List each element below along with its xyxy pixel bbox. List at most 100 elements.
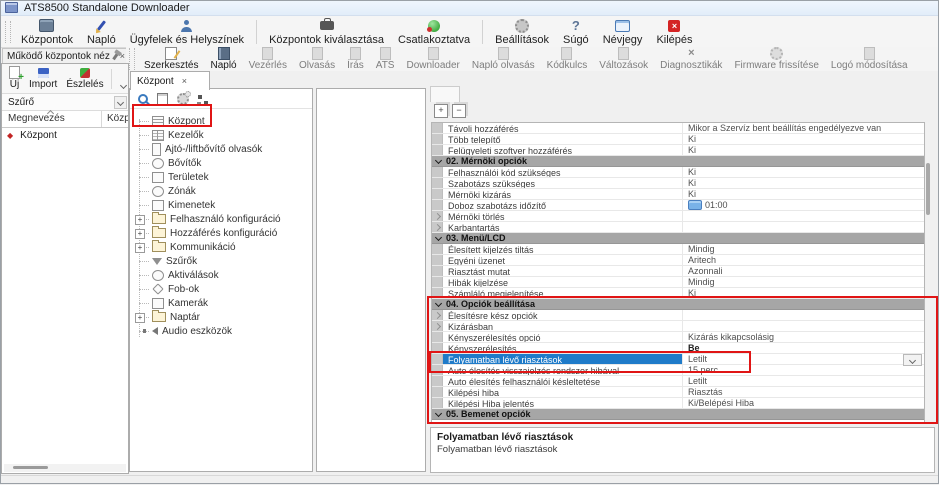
property-panel-tab[interactable] xyxy=(430,86,460,102)
about-card-button[interactable]: Névjegy xyxy=(596,18,650,46)
property-value[interactable]: Ki/Belépési Hiba xyxy=(683,398,924,408)
property-value[interactable]: Letilt xyxy=(683,354,924,364)
property-row[interactable]: Egyéni üzenetAritech xyxy=(432,255,924,266)
filter-row[interactable]: Szűrő xyxy=(2,94,128,111)
hierarchy-icon[interactable] xyxy=(198,95,202,99)
pin-icon[interactable] xyxy=(112,52,118,59)
report-icon[interactable] xyxy=(157,93,168,105)
codekey-button[interactable]: Kódkulcs xyxy=(541,47,594,71)
property-row[interactable]: Kilépési Hiba jelentésKi/Belépési Hiba xyxy=(432,398,924,409)
property-value[interactable]: Riasztás xyxy=(683,387,924,397)
tab-kozpont[interactable]: Központ × xyxy=(130,71,210,90)
property-value[interactable]: Azonnali xyxy=(683,266,924,276)
tree-item[interactable]: Fob-ok xyxy=(130,282,312,296)
expand-toggle-icon[interactable]: + xyxy=(135,215,145,225)
property-row[interactable]: Élesített kijelzés tiltásMindig xyxy=(432,244,924,255)
horizontal-scrollbar[interactable] xyxy=(4,464,126,472)
expander-icon[interactable] xyxy=(434,224,441,231)
property-row[interactable]: Folyamatban lévő riasztásokLetilt xyxy=(432,354,924,365)
property-row[interactable]: Mérnöki törlés xyxy=(432,211,924,222)
property-row[interactable]: Számláló megjelenítéseKi xyxy=(432,288,924,299)
property-value[interactable] xyxy=(683,321,924,331)
property-value[interactable]: Letilt xyxy=(683,376,924,386)
property-value[interactable] xyxy=(683,310,924,320)
expander-icon[interactable] xyxy=(434,312,441,319)
property-value[interactable] xyxy=(683,211,924,221)
property-value[interactable]: Kizárás kikapcsolásig xyxy=(683,332,924,342)
property-value[interactable]: Mindig xyxy=(683,244,924,254)
property-row[interactable]: Mérnöki kizárásKi xyxy=(432,189,924,200)
vertical-scrollbar-thumb[interactable] xyxy=(926,163,930,215)
tree-item[interactable]: Zónák xyxy=(130,184,312,198)
detect-button[interactable]: Észlelés xyxy=(62,67,107,90)
property-row[interactable]: Auto élesítés felhasználói késleltetéseL… xyxy=(432,376,924,387)
expand-categories-icon[interactable]: + xyxy=(434,104,448,118)
expander-icon[interactable] xyxy=(434,213,441,220)
tree-item[interactable]: +Naptár xyxy=(130,310,312,324)
log-button[interactable]: Napló xyxy=(204,47,242,71)
property-value[interactable]: Aritech xyxy=(683,255,924,265)
tree-item[interactable]: Területek xyxy=(130,170,312,184)
expand-toggle-icon[interactable]: + xyxy=(135,313,145,323)
downloader-button[interactable]: Downloader xyxy=(400,47,465,71)
property-row[interactable]: Kizárásban xyxy=(432,321,924,332)
property-row[interactable]: Távoli hozzáférésMikor a Szervíz bent be… xyxy=(432,123,924,134)
property-row[interactable]: Élesítésre kész opciók xyxy=(432,310,924,321)
panels-button[interactable]: Központok xyxy=(14,18,80,46)
property-row[interactable]: Kilépési hibaRiasztás xyxy=(432,387,924,398)
tree-item[interactable]: Ajtó-/liftbővítő olvasók xyxy=(130,142,312,156)
property-value[interactable]: Ki xyxy=(683,189,924,199)
property-row[interactable]: Több telepítőKi xyxy=(432,134,924,145)
property-row[interactable]: KényszerélesítésBe xyxy=(432,343,924,354)
property-value[interactable] xyxy=(683,222,924,232)
connected-status-button[interactable]: Csatlakoztatva xyxy=(391,18,477,46)
diagnostics-button[interactable]: ×Diagnosztikák xyxy=(654,47,728,71)
tree-item[interactable]: +Kommunikáció xyxy=(130,240,312,254)
log-read-button[interactable]: Napló olvasás xyxy=(466,47,541,71)
tree-item[interactable]: Kimenetek xyxy=(130,198,312,212)
tree-item[interactable]: Központ xyxy=(130,114,312,128)
overflow-button[interactable] xyxy=(119,79,127,91)
property-value[interactable]: Ki xyxy=(683,178,924,188)
column-header-kozpont[interactable]: Központ xyxy=(102,111,128,127)
tree-item[interactable]: Szűrők xyxy=(130,254,312,268)
tree-item[interactable]: Audio eszközök xyxy=(130,324,312,338)
tree-item[interactable]: Bővítők xyxy=(130,156,312,170)
log-pencil-button[interactable]: Napló xyxy=(80,18,123,46)
property-value[interactable]: Ki xyxy=(683,145,924,155)
tree-item[interactable]: Kamerák xyxy=(130,296,312,310)
settings-gear-button[interactable]: Beállítások xyxy=(488,18,556,46)
expander-icon[interactable] xyxy=(434,323,441,330)
logo-button[interactable]: Logó módosítása xyxy=(825,47,914,71)
collapse-categories-icon[interactable]: − xyxy=(452,104,466,118)
ats-button[interactable]: ATS xyxy=(370,47,401,71)
property-section-row[interactable]: 04. Opciók beállítása xyxy=(432,299,924,310)
property-section-row[interactable]: 03. Menü/LCD xyxy=(432,233,924,244)
panel-list-row[interactable]: ◆Központ xyxy=(2,128,128,143)
write-button[interactable]: Írás xyxy=(341,47,370,71)
scrollbar-thumb[interactable] xyxy=(13,466,48,469)
exit-button[interactable]: ×Kilépés xyxy=(649,18,699,46)
property-row[interactable]: Hibák kijelzéseMindig xyxy=(432,277,924,288)
property-row[interactable]: Karbantartás xyxy=(432,222,924,233)
select-panels-briefcase-button[interactable]: Központok kiválasztása xyxy=(262,18,391,46)
property-row[interactable]: Felhasználói kód szükségesKi xyxy=(432,167,924,178)
expand-toggle-icon[interactable]: + xyxy=(135,229,145,239)
tab-close-icon[interactable]: × xyxy=(182,77,187,86)
property-row[interactable]: Riasztást mutatAzonnali xyxy=(432,266,924,277)
property-value[interactable]: 15 perc xyxy=(683,365,924,375)
control-button[interactable]: Vezérlés xyxy=(243,47,293,71)
tree-item[interactable]: Kezelők xyxy=(130,128,312,142)
tree-item[interactable]: Aktiválások xyxy=(130,268,312,282)
property-row[interactable]: Auto élesítés visszajelzés rendszer hibá… xyxy=(432,365,924,376)
gears-icon[interactable] xyxy=(177,93,189,105)
property-row[interactable]: Doboz szabotázs időzítő01:00 xyxy=(432,200,924,211)
read-button[interactable]: Olvasás xyxy=(293,47,341,71)
edit-button[interactable]: Szerkesztés xyxy=(138,47,204,71)
expand-toggle-icon[interactable]: + xyxy=(135,243,145,253)
property-row[interactable]: Kényszerélesítés opcióKizárás kikapcsolá… xyxy=(432,332,924,343)
property-value[interactable]: Be xyxy=(683,343,924,353)
new-button[interactable]: Új xyxy=(5,67,24,90)
tree-item[interactable]: +Felhasználó konfiguráció xyxy=(130,212,312,226)
property-value[interactable]: Ki xyxy=(683,134,924,144)
